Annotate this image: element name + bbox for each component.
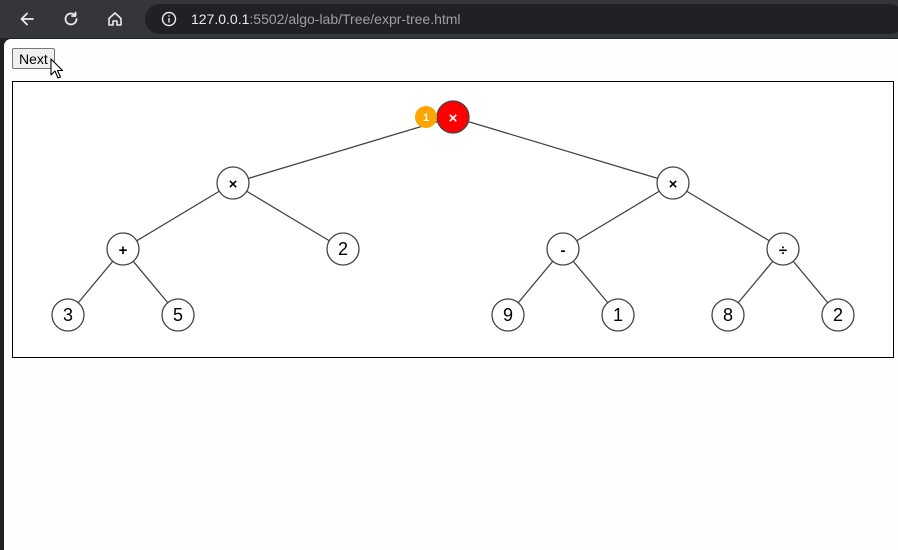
info-icon[interactable] <box>161 11 177 27</box>
arrow-left-icon <box>20 12 34 26</box>
tree-edge <box>122 182 234 250</box>
tree-node: × <box>656 166 690 200</box>
page-content: Next × 1 × × +2 - ÷ 3 5 9 1 8 2 <box>4 39 898 550</box>
url-text[interactable]: 127.0.0.1:5502/algo-lab/Tree/expr-tree.h… <box>191 11 461 27</box>
tree-node: + <box>106 232 140 266</box>
reload-icon <box>64 11 78 26</box>
tree-node-label: × <box>449 110 458 127</box>
home-button[interactable] <box>101 5 129 33</box>
tree-node-active: × <box>436 100 470 134</box>
tree-node: 2 <box>326 232 360 266</box>
tree-node: 3 <box>51 298 85 332</box>
tree-node-label: 9 <box>503 305 513 325</box>
browser-toolbar: 127.0.0.1:5502/algo-lab/Tree/expr-tree.h… <box>0 0 898 38</box>
tree-node: 2 <box>821 298 855 332</box>
url-path: :5502/algo-lab/Tree/expr-tree.html <box>249 11 461 27</box>
address-bar[interactable]: 127.0.0.1:5502/algo-lab/Tree/expr-tree.h… <box>145 4 898 34</box>
tree-node-label: 3 <box>63 305 73 325</box>
tree-edge <box>232 116 454 184</box>
tree-node-label: 2 <box>338 239 348 259</box>
step-badge-label: 1 <box>423 112 429 124</box>
tree-node-label: 2 <box>833 305 843 325</box>
tree-node: ÷ <box>766 232 800 266</box>
tree-edge <box>672 182 784 250</box>
expression-tree-canvas: × 1 × × +2 - ÷ 3 5 9 1 8 2 <box>12 81 894 358</box>
tree-node: 5 <box>161 298 195 332</box>
tree-node-label: - <box>561 242 566 259</box>
tree-node: 1 <box>601 298 635 332</box>
tree-node-label: 1 <box>613 305 623 325</box>
next-button[interactable]: Next <box>12 48 55 69</box>
tree-node-label: ÷ <box>779 242 787 259</box>
tree-node-label: 5 <box>173 305 183 325</box>
tree-edge <box>452 116 674 184</box>
tree-node-label: × <box>229 176 238 193</box>
tree-node: 9 <box>491 298 525 332</box>
home-icon <box>108 12 122 26</box>
reload-button[interactable] <box>57 5 85 33</box>
tree-node-label: + <box>119 242 128 259</box>
url-host: 127.0.0.1 <box>191 11 250 27</box>
tree-node: - <box>546 232 580 266</box>
tree-node-label: × <box>669 176 678 193</box>
back-button[interactable] <box>13 5 41 33</box>
tree-edge <box>232 182 344 250</box>
expression-tree: × 1 × × + 2 - ÷ 3 5 9 1 8 2 <box>51 100 855 332</box>
step-badge: 1 <box>415 106 437 128</box>
tree-node: 8 <box>711 298 745 332</box>
tree-node: × <box>216 166 250 200</box>
tree-edge <box>562 182 674 250</box>
tree-node-label: 8 <box>723 305 733 325</box>
